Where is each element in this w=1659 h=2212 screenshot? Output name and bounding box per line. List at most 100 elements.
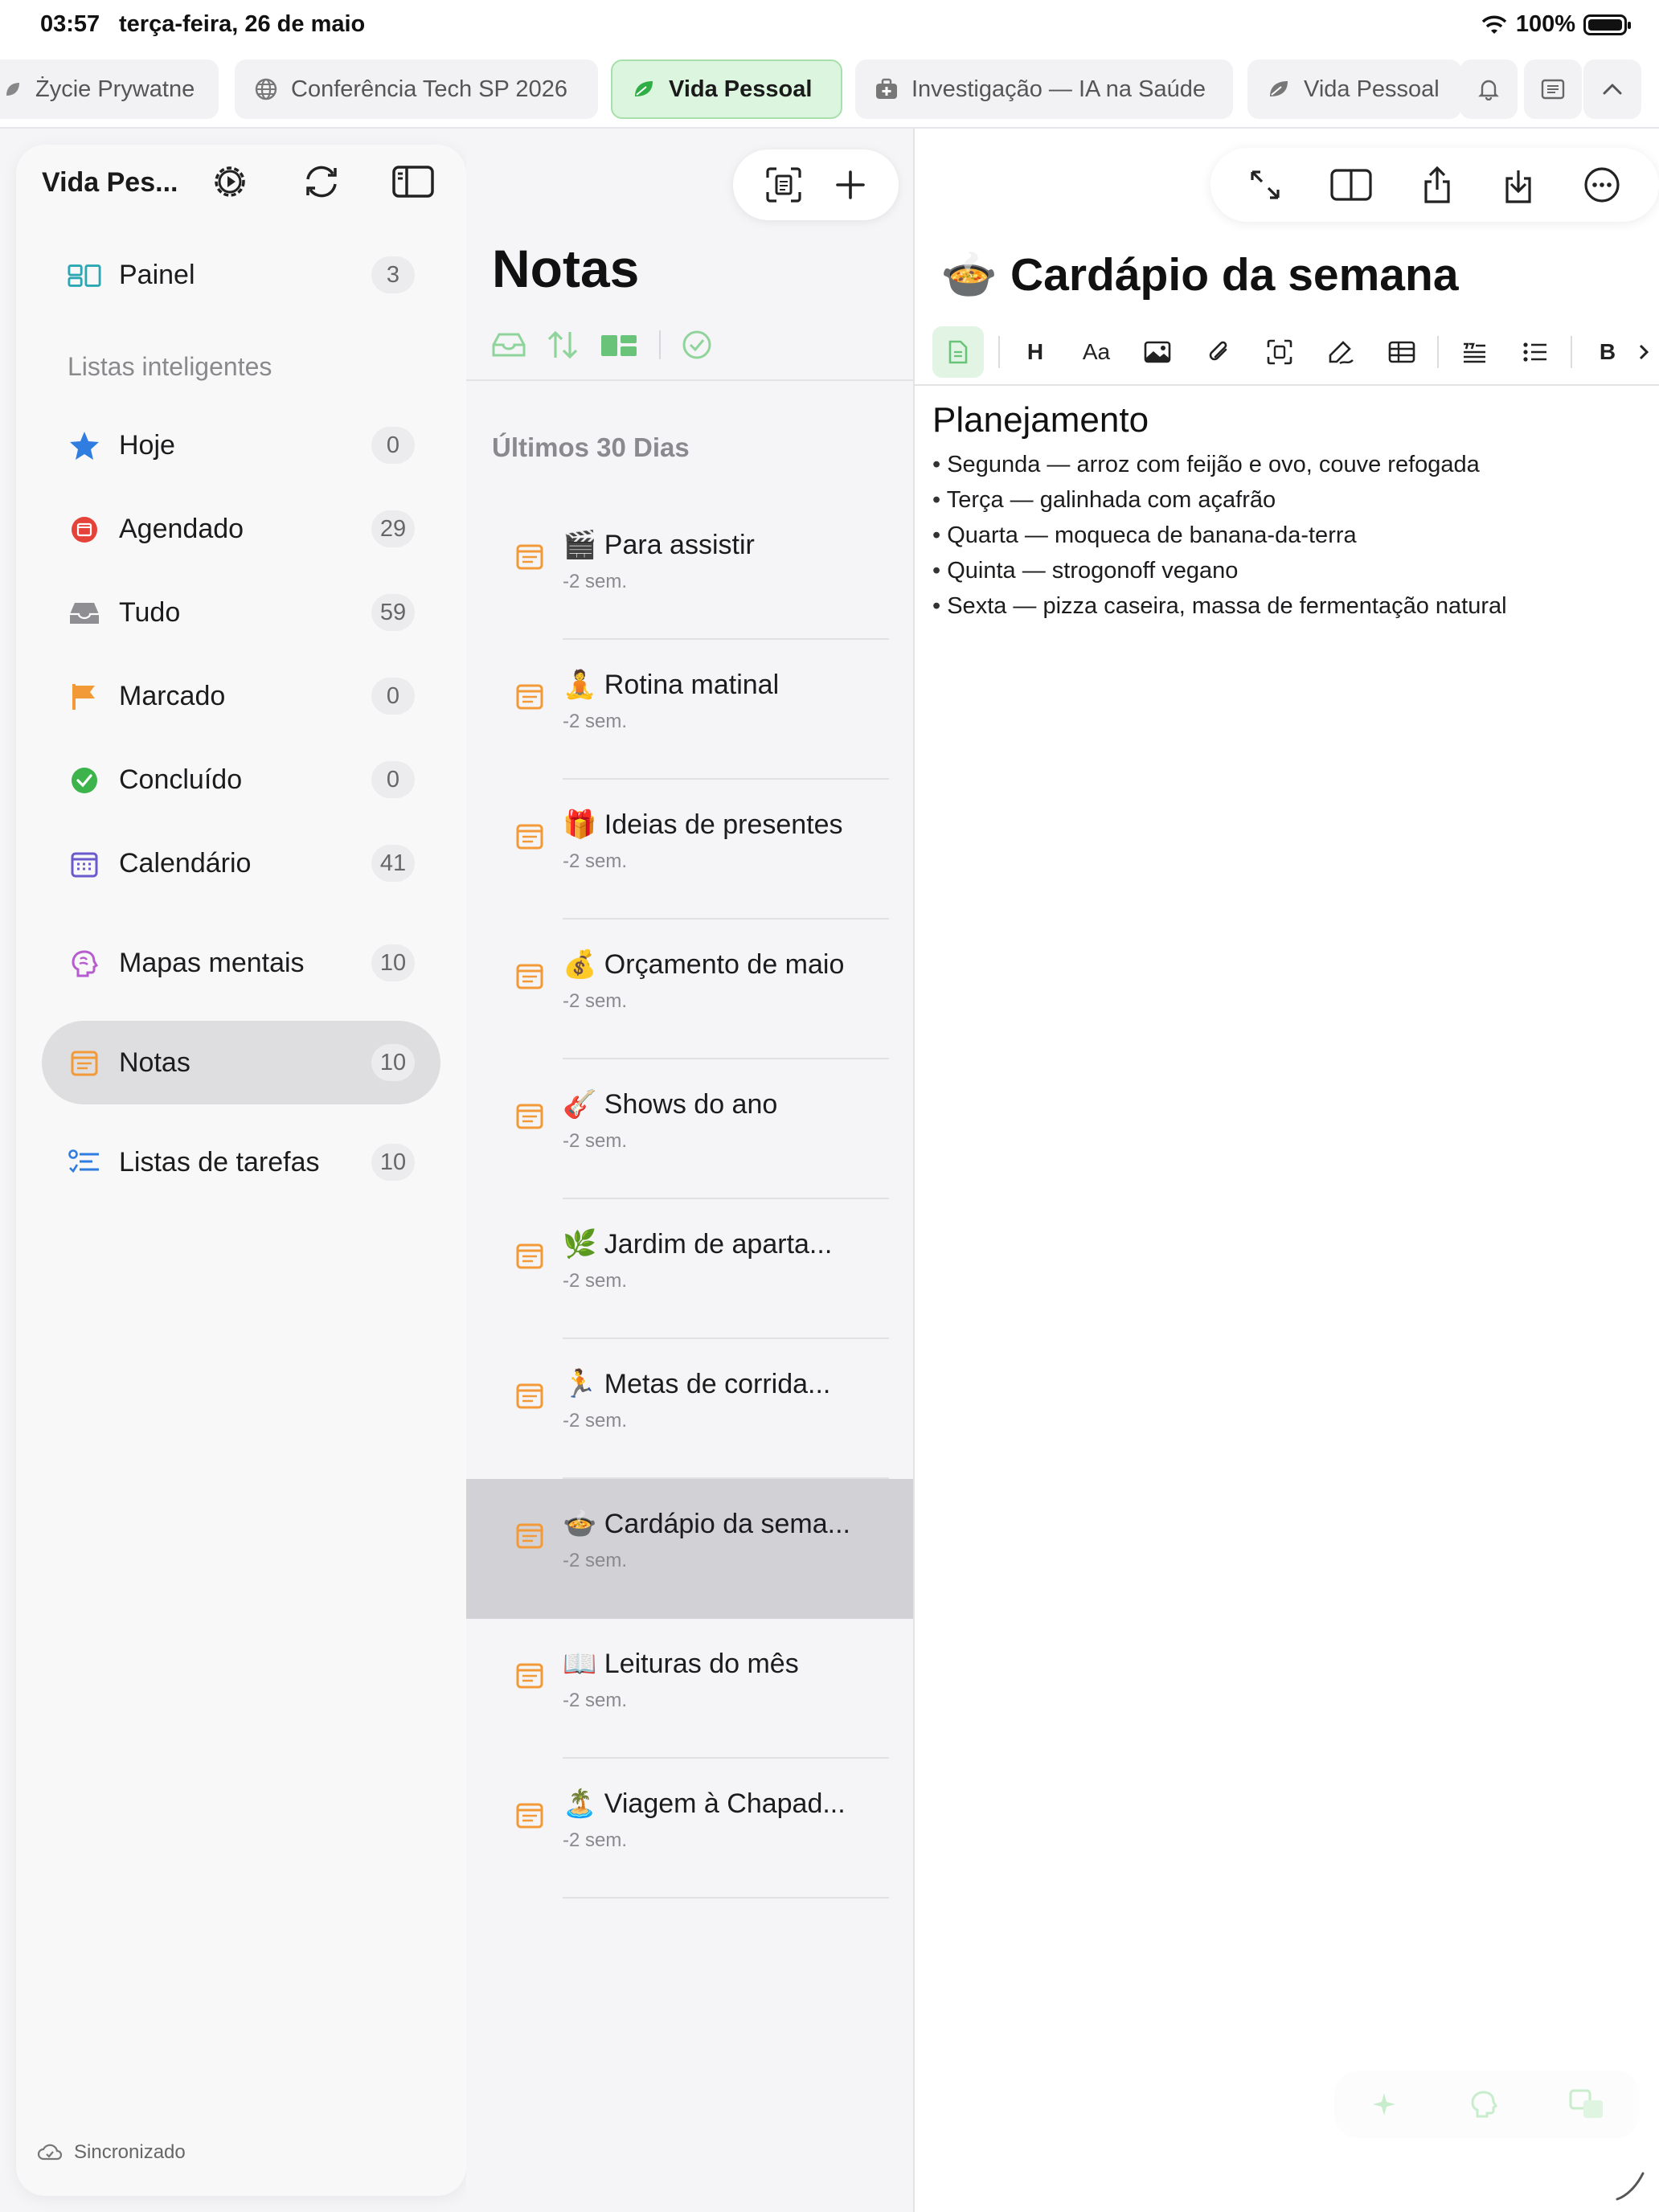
note-body-list[interactable]: Segunda — arroz com feijão e ovo, couve …	[932, 447, 1507, 624]
tab-label: Investigação — IA na Saúde	[911, 76, 1206, 102]
note-list-item[interactable]: 🏝️ Viagem à Chapad... -2 sem.	[466, 1759, 913, 1899]
fullscreen-button[interactable]	[1249, 169, 1281, 201]
share-button[interactable]	[1421, 166, 1453, 204]
note-list-item[interactable]: 🎸 Shows do ano -2 sem.	[466, 1059, 913, 1199]
note-list-item[interactable]: 🎁 Ideias de presentes -2 sem.	[466, 780, 913, 920]
note-icon	[68, 1047, 101, 1080]
note-list-item[interactable]: 📖 Leituras do mês -2 sem.	[466, 1619, 913, 1759]
status-right: 100%	[1481, 11, 1631, 38]
ai-brain-button[interactable]	[1469, 2089, 1498, 2120]
table-button[interactable]	[1371, 326, 1432, 378]
more-format-chevron[interactable]	[1638, 326, 1659, 378]
toggle-sidebar-button[interactable]	[391, 159, 436, 204]
split-view-button[interactable]	[1330, 169, 1372, 201]
quote-button[interactable]	[1444, 326, 1505, 378]
note-title-text: Jardim de aparta...	[604, 1229, 833, 1260]
note-list-item[interactable]: 🍲 Cardápio da sema... -2 sem.	[466, 1479, 913, 1619]
layout-button[interactable]	[600, 332, 638, 358]
text-style-button[interactable]: Aa	[1066, 326, 1127, 378]
note-list-item[interactable]: 🌿 Jardim de aparta... -2 sem.	[466, 1199, 913, 1339]
notes-toolbar	[492, 330, 712, 360]
note-icon	[516, 1104, 543, 1129]
sidebar-item-label: Hoje	[119, 429, 175, 461]
page-format-button[interactable]	[932, 326, 984, 378]
sidebar-title[interactable]: Vida Pes...	[42, 167, 178, 199]
note-icon	[516, 1383, 543, 1409]
share-icon	[1424, 166, 1450, 203]
tab-conferencia[interactable]: Conferência Tech SP 2026	[235, 59, 598, 119]
image-button[interactable]	[1127, 326, 1188, 378]
notifications-button[interactable]	[1460, 59, 1518, 119]
more-button[interactable]	[1583, 166, 1620, 203]
note-heading[interactable]: Planejamento	[932, 400, 1149, 440]
status-date: terça-feira, 26 de maio	[119, 11, 366, 37]
note-list-item[interactable]: 🧘 Rotina matinal -2 sem.	[466, 640, 913, 780]
tab-vida-pessoal-active[interactable]: Vida Pessoal	[611, 59, 842, 119]
note-title: 🎁 Ideias de presentes	[563, 809, 843, 841]
tab-label: Conferência Tech SP 2026	[291, 76, 567, 102]
sidebar-item-painel[interactable]: Painel 3	[42, 233, 440, 317]
inbox-icon	[492, 333, 526, 357]
list-item[interactable]: Sexta — pizza caseira, massa de fermenta…	[932, 588, 1506, 624]
bold-button[interactable]: B	[1577, 326, 1638, 378]
sidebar-item-hoje[interactable]: Hoje 0	[42, 403, 440, 487]
format-toolbar: H Aa B	[932, 323, 1659, 381]
list-item[interactable]: Terça — galinhada com açafrão	[932, 482, 1507, 518]
note-emoji: 📖	[563, 1649, 597, 1679]
sync-status: Sincronizado	[37, 2141, 186, 2164]
settings-button[interactable]	[207, 159, 252, 204]
note-timestamp: -2 sem.	[563, 850, 628, 872]
plus-icon	[836, 170, 865, 199]
sidebar-item-concluido[interactable]: Concluído 0	[42, 738, 440, 821]
ai-sparkle-button[interactable]	[1370, 2090, 1399, 2119]
list-item[interactable]: Quinta — strogonoff vegano	[932, 553, 1507, 588]
sync-button[interactable]	[299, 159, 344, 204]
note-list-item[interactable]: 💰 Orçamento de maio -2 sem.	[466, 920, 913, 1059]
divider	[563, 1897, 889, 1899]
tab-zycie-prywatne[interactable]: Życie Prywatne	[0, 59, 219, 119]
note-title-text: Viagem à Chapad...	[604, 1788, 846, 1819]
gear-icon	[215, 166, 245, 197]
bullet-list-button[interactable]	[1505, 326, 1566, 378]
save-button[interactable]	[1502, 166, 1534, 204]
expand-icon	[1251, 170, 1280, 199]
count-badge: 10	[371, 1044, 415, 1081]
scan-button[interactable]	[765, 166, 802, 203]
tab-strip: Życie Prywatne Conferência Tech SP 2026 …	[0, 51, 1659, 129]
scan-text-button[interactable]	[1249, 326, 1310, 378]
sidebar-item-mapas-mentais[interactable]: Mapas mentais 10	[42, 921, 440, 1005]
note-emoji: 💰	[563, 949, 597, 980]
reader-button[interactable]	[1524, 59, 1582, 119]
note-emoji: 🏃	[563, 1369, 597, 1399]
ai-translate-button[interactable]	[1569, 2089, 1604, 2120]
attach-button[interactable]	[1188, 326, 1249, 378]
tab-vida-pessoal-2[interactable]: Vida Pessoal	[1247, 59, 1461, 119]
sidebar-item-marcado[interactable]: Marcado 0	[42, 654, 440, 738]
note-title: 🍲 Cardápio da sema...	[563, 1508, 850, 1540]
note-title[interactable]: 🍲 Cardápio da semana	[940, 248, 1459, 301]
sidebar-item-calendario[interactable]: Calendário 41	[42, 821, 440, 905]
list-item[interactable]: Segunda — arroz com feijão e ovo, couve …	[932, 447, 1507, 482]
sidebar-item-tudo[interactable]: Tudo 59	[42, 571, 440, 654]
collapse-tabs-button[interactable]	[1583, 59, 1641, 119]
new-note-button[interactable]	[834, 169, 866, 201]
quote-block-icon	[1464, 342, 1485, 363]
note-icon	[516, 1243, 543, 1269]
note-title: 🎬 Para assistir	[563, 529, 755, 561]
note-list-item[interactable]: 🎬 Para assistir -2 sem.	[466, 500, 913, 640]
note-emoji: 🌿	[563, 1229, 597, 1260]
note-icon	[516, 964, 543, 989]
sidebar-item-notas[interactable]: Notas 10	[42, 1021, 440, 1104]
sidebar-item-listas-de-tarefas[interactable]: Listas de tarefas 10	[42, 1120, 440, 1204]
list-item[interactable]: Quarta — moqueca de banana-da-terra	[932, 518, 1507, 553]
paperclip-icon	[1209, 341, 1227, 361]
heading-button[interactable]: H	[1005, 326, 1066, 378]
tab-investigacao[interactable]: Investigação — IA na Saúde	[855, 59, 1233, 119]
note-title: 🏃 Metas de corrida...	[563, 1368, 830, 1400]
note-list-item[interactable]: 🏃 Metas de corrida... -2 sem.	[466, 1339, 913, 1479]
inbox-filter-button[interactable]	[492, 332, 526, 358]
sidebar-item-agendado[interactable]: Agendado 29	[42, 487, 440, 571]
sort-button[interactable]	[547, 330, 579, 359]
draw-button[interactable]	[1310, 326, 1371, 378]
completed-filter-button[interactable]	[682, 330, 712, 360]
